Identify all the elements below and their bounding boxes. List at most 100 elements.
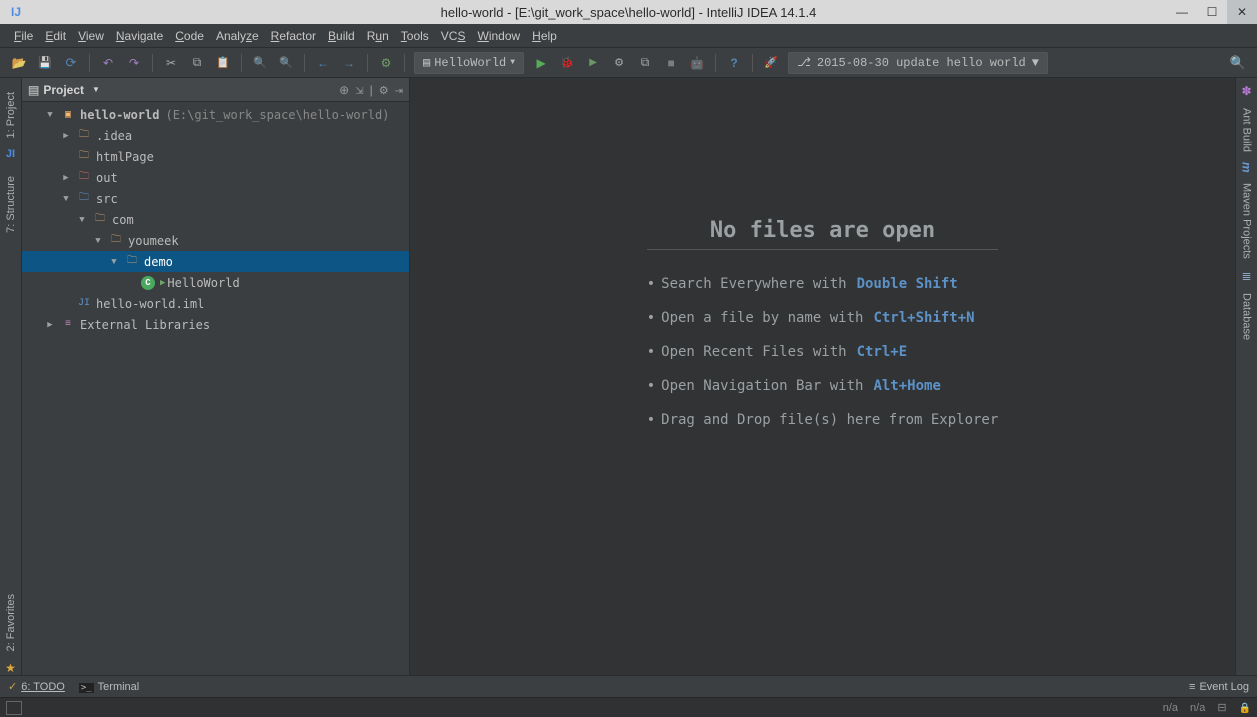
toolwindow-database-tab[interactable]: Database — [1239, 285, 1255, 348]
run-button[interactable] — [530, 52, 552, 74]
tree-node-idea[interactable]: .idea — [22, 125, 409, 146]
debug-button[interactable] — [556, 52, 578, 74]
toolwindow-favorites-tab[interactable]: 2: Favorites — [3, 586, 19, 659]
toolbar-separator — [152, 54, 153, 72]
menu-edit[interactable]: Edit — [39, 26, 72, 46]
tree-node-src[interactable]: src — [22, 188, 409, 209]
tree-node-root[interactable]: hello-world (E:\git_work_space\hello-wor… — [22, 104, 409, 125]
main-toolbar: ▤ HelloWorld ▼ ⧉ 🤖 2015-08-30 update hel… — [0, 48, 1257, 78]
tree-node-com[interactable]: com — [22, 209, 409, 230]
menu-build[interactable]: Build — [322, 26, 361, 46]
tree-node-demo[interactable]: demo — [22, 251, 409, 272]
help-button[interactable] — [723, 52, 745, 74]
run-config-combo[interactable]: ▤ HelloWorld ▼ — [414, 52, 524, 74]
sync-button[interactable] — [60, 52, 82, 74]
maximize-button[interactable]: ☐ — [1197, 0, 1227, 24]
window-title: hello-world - [E:\git_work_space\hello-w… — [0, 5, 1257, 20]
toolwindow-project-tab[interactable]: 1: Project — [3, 84, 19, 146]
menu-refactor[interactable]: Refactor — [265, 26, 322, 46]
search-everywhere-button[interactable] — [1227, 52, 1249, 74]
todo-icon — [8, 680, 17, 693]
profile-button[interactable] — [608, 52, 630, 74]
settings-button[interactable] — [379, 83, 389, 97]
expand-icon[interactable] — [92, 236, 104, 246]
toolwindow-todo-tab[interactable]: 6: TODO — [8, 680, 65, 693]
node-label: src — [96, 192, 118, 206]
git-icon — [797, 55, 811, 70]
node-label: youmeek — [128, 234, 179, 248]
menu-vcs[interactable]: VCS — [435, 26, 472, 46]
find-button[interactable] — [249, 52, 271, 74]
expand-icon[interactable] — [108, 257, 120, 267]
stop-button[interactable] — [660, 52, 682, 74]
deploy-button[interactable] — [760, 52, 782, 74]
bottom-tool-stripe: 6: TODO Terminal ≡ Event Log — [0, 675, 1257, 697]
toolwindow-structure-tab[interactable]: 7: Structure — [3, 168, 19, 241]
libraries-icon: ≡ — [60, 317, 76, 333]
toolbar-separator — [304, 54, 305, 72]
autoscroll-button[interactable] — [339, 83, 349, 97]
expand-icon[interactable] — [44, 320, 56, 330]
project-tree[interactable]: hello-world (E:\git_work_space\hello-wor… — [22, 102, 409, 675]
menu-tools[interactable]: Tools — [395, 26, 435, 46]
open-file-button[interactable] — [8, 52, 30, 74]
expand-icon[interactable] — [76, 215, 88, 225]
menu-file[interactable]: File — [8, 26, 39, 46]
tip-recent-files: Open Recent Files withCtrl+E — [647, 344, 999, 360]
title-bar: IJ hello-world - [E:\git_work_space\hell… — [0, 0, 1257, 24]
expand-icon[interactable] — [60, 131, 72, 141]
toolbar-separator — [367, 54, 368, 72]
close-button[interactable]: ✕ — [1227, 0, 1257, 24]
hide-button[interactable] — [395, 83, 403, 97]
tree-node-htmlpage[interactable]: htmlPage — [22, 146, 409, 167]
run-coverage-button[interactable] — [582, 52, 604, 74]
tree-node-iml[interactable]: JI hello-world.iml — [22, 293, 409, 314]
menu-analyze[interactable]: Analyze — [210, 26, 265, 46]
chevron-down-icon[interactable]: ▼ — [92, 85, 100, 94]
toolwindow-maven-tab[interactable]: Maven Projects — [1239, 175, 1255, 267]
editor-area[interactable]: No files are open Search Everywhere with… — [410, 78, 1235, 675]
readonly-lock-icon[interactable] — [1239, 702, 1251, 714]
menu-navigate[interactable]: Navigate — [110, 26, 169, 46]
project-tool-window: Project ▼ | hello-world (E:\git_work_spa… — [22, 78, 410, 675]
paste-button[interactable] — [212, 52, 234, 74]
toolwindow-terminal-tab[interactable]: Terminal — [79, 681, 139, 693]
tree-node-out[interactable]: out — [22, 167, 409, 188]
expand-icon[interactable] — [60, 173, 72, 183]
save-all-button[interactable] — [34, 52, 56, 74]
toolbar-separator — [404, 54, 405, 72]
replace-button[interactable] — [275, 52, 297, 74]
cut-button[interactable] — [160, 52, 182, 74]
expand-icon[interactable] — [60, 194, 72, 204]
attach-button[interactable]: ⧉ — [634, 52, 656, 74]
undo-button[interactable] — [97, 52, 119, 74]
eventlog-label: Event Log — [1199, 681, 1249, 693]
menu-window[interactable]: Window — [471, 26, 526, 46]
node-label: .idea — [96, 129, 132, 143]
node-label: out — [96, 171, 118, 185]
package-icon — [108, 233, 124, 249]
left-tool-stripe: 1: Project JI 7: Structure 2: Favorites … — [0, 78, 22, 675]
tree-node-helloworld-class[interactable]: C ▶ HelloWorld — [22, 272, 409, 293]
menu-run[interactable]: Run — [361, 26, 395, 46]
nav-back-button[interactable] — [312, 52, 334, 74]
toolwindow-quick-access-button[interactable] — [6, 701, 22, 715]
expand-icon[interactable] — [44, 110, 56, 120]
minimize-button[interactable]: — — [1167, 0, 1197, 24]
menu-code[interactable]: Code — [169, 26, 210, 46]
avd-button[interactable]: 🤖 — [686, 52, 708, 74]
menu-view[interactable]: View — [72, 26, 110, 46]
redo-button[interactable] — [123, 52, 145, 74]
copy-button[interactable] — [186, 52, 208, 74]
tree-node-external-libraries[interactable]: ≡ External Libraries — [22, 314, 409, 335]
folder-source-icon — [76, 191, 92, 207]
vcs-commit-combo[interactable]: 2015-08-30 update hello world ▼ — [788, 52, 1048, 74]
tree-node-youmeek[interactable]: youmeek — [22, 230, 409, 251]
collapse-all-button[interactable] — [355, 83, 363, 97]
menu-help[interactable]: Help — [526, 26, 563, 46]
make-project-button[interactable] — [375, 52, 397, 74]
nav-forward-button[interactable] — [338, 52, 360, 74]
vcs-commit-label: 2015-08-30 update hello world — [817, 56, 1026, 70]
toolwindow-ant-tab[interactable]: Ant Build — [1239, 100, 1255, 160]
toolwindow-eventlog-tab[interactable]: ≡ Event Log — [1189, 681, 1249, 693]
